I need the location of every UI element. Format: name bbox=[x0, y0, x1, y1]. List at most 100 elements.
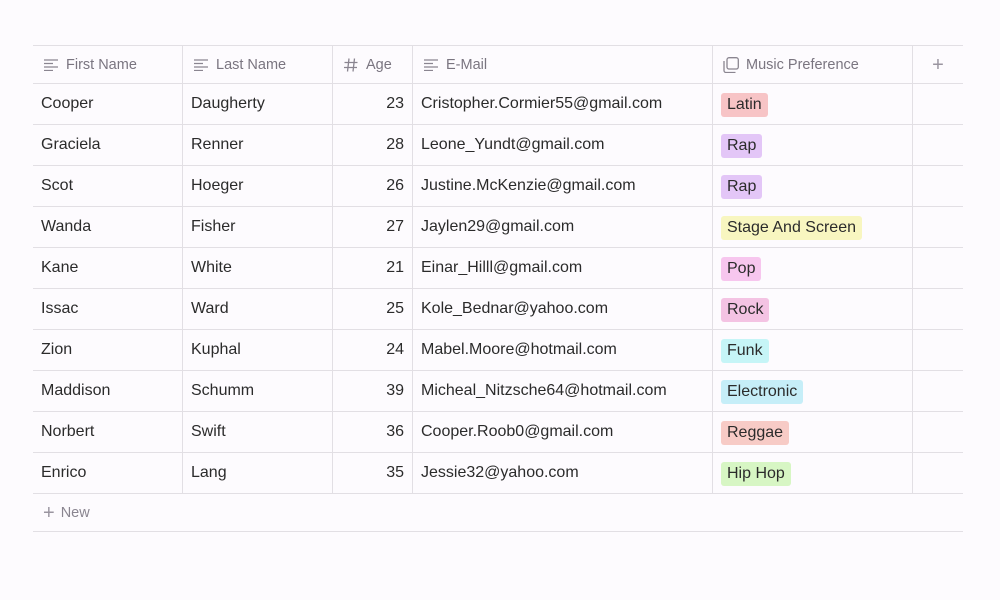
cell-age[interactable]: 35 bbox=[333, 453, 413, 493]
cell-last-name[interactable]: Schumm bbox=[183, 371, 333, 411]
column-header-email[interactable]: E-Mail bbox=[413, 46, 713, 83]
table-row[interactable]: Scot Hoeger 26 Justine.McKenzie@gmail.com Ra… bbox=[33, 166, 963, 207]
cell-last-name[interactable]: Daugherty bbox=[183, 84, 333, 124]
plus-icon: + bbox=[932, 53, 944, 76]
cell-age[interactable]: 28 bbox=[333, 125, 413, 165]
cell-age[interactable]: 26 bbox=[333, 166, 413, 206]
cell-first-name[interactable]: Wanda bbox=[33, 207, 183, 247]
cell-last-name[interactable]: Kuphal bbox=[183, 330, 333, 370]
cell-first-name[interactable]: Cooper bbox=[33, 84, 183, 124]
cell-email-text: Einar_Hilll@gmail.com bbox=[421, 259, 583, 276]
cell-empty[interactable] bbox=[913, 248, 963, 288]
cell-first-name-text: Enrico bbox=[41, 464, 87, 481]
cell-age[interactable]: 39 bbox=[333, 371, 413, 411]
cell-last-name-text: Kuphal bbox=[191, 341, 241, 358]
cell-last-name[interactable]: White bbox=[183, 248, 333, 288]
cell-last-name[interactable]: Fisher bbox=[183, 207, 333, 247]
cell-first-name[interactable]: Maddison bbox=[33, 371, 183, 411]
cell-music-preference[interactable]: Latin bbox=[713, 84, 913, 124]
cell-first-name[interactable]: Enrico bbox=[33, 453, 183, 493]
cell-email[interactable]: Jessie32@yahoo.com bbox=[413, 453, 713, 493]
cell-last-name[interactable]: Ward bbox=[183, 289, 333, 329]
cell-music-preference[interactable]: Rock bbox=[713, 289, 913, 329]
cell-last-name[interactable]: Hoeger bbox=[183, 166, 333, 206]
table-row[interactable]: Zion Kuphal 24 Mabel.Moore@hotmail.com Funk bbox=[33, 330, 963, 371]
cell-music-preference[interactable]: Rap bbox=[713, 125, 913, 165]
cell-age-text: 25 bbox=[386, 300, 404, 317]
text-lines-icon bbox=[423, 57, 439, 73]
cell-email[interactable]: Leone_Yundt@gmail.com bbox=[413, 125, 713, 165]
cell-last-name-text: Hoeger bbox=[191, 177, 244, 194]
cell-first-name[interactable]: Graciela bbox=[33, 125, 183, 165]
cell-last-name-text: Daugherty bbox=[191, 95, 265, 112]
cell-age[interactable]: 21 bbox=[333, 248, 413, 288]
cell-age-text: 39 bbox=[386, 382, 404, 399]
cell-empty[interactable] bbox=[913, 453, 963, 493]
column-header-last-name[interactable]: Last Name bbox=[183, 46, 333, 83]
table-row[interactable]: Maddison Schumm 39 Micheal_Nitzsche64@hotma… bbox=[33, 371, 963, 412]
table-row[interactable]: Graciela Renner 28 Leone_Yundt@gmail.com Rap bbox=[33, 125, 963, 166]
cell-email[interactable]: Mabel.Moore@hotmail.com bbox=[413, 330, 713, 370]
cell-email[interactable]: Cristopher.Cormier55@gmail.com bbox=[413, 84, 713, 124]
cell-empty[interactable] bbox=[913, 207, 963, 247]
cell-age[interactable]: 27 bbox=[333, 207, 413, 247]
cell-email-text: Cooper.Roob0@gmail.com bbox=[421, 423, 614, 440]
cell-email[interactable]: Cooper.Roob0@gmail.com bbox=[413, 412, 713, 452]
table-row[interactable]: Kane White 21 Einar_Hilll@gmail.com Pop bbox=[33, 248, 963, 289]
music-tag: Electronic bbox=[721, 380, 804, 404]
table-row[interactable]: Wanda Fisher 27 Jaylen29@gmail.com Stage And… bbox=[33, 207, 963, 248]
cell-music-preference[interactable]: Electronic bbox=[713, 371, 913, 411]
cell-email[interactable]: Justine.McKenzie@gmail.com bbox=[413, 166, 713, 206]
cell-first-name-text: Cooper bbox=[41, 95, 94, 112]
table-row[interactable]: Norbert Swift 36 Cooper.Roob0@gmail.com Regg… bbox=[33, 412, 963, 453]
cell-empty[interactable] bbox=[913, 289, 963, 329]
column-header-age[interactable]: Age bbox=[333, 46, 413, 83]
cell-email-text: Kole_Bednar@yahoo.com bbox=[421, 300, 609, 317]
column-header-music-preference[interactable]: Music Preference bbox=[713, 46, 913, 83]
cell-empty[interactable] bbox=[913, 412, 963, 452]
music-tag: Rock bbox=[721, 298, 770, 322]
cell-email[interactable]: Jaylen29@gmail.com bbox=[413, 207, 713, 247]
cell-email[interactable]: Micheal_Nitzsche64@hotmail.com bbox=[413, 371, 713, 411]
cell-age-text: 36 bbox=[386, 423, 404, 440]
add-row-button[interactable]: + New bbox=[33, 494, 963, 532]
cell-age[interactable]: 24 bbox=[333, 330, 413, 370]
cell-empty[interactable] bbox=[913, 330, 963, 370]
cell-music-preference[interactable]: Hip Hop bbox=[713, 453, 913, 493]
cell-empty[interactable] bbox=[913, 84, 963, 124]
cell-email-text: Cristopher.Cormier55@gmail.com bbox=[421, 95, 663, 112]
music-tag: Stage And Screen bbox=[721, 216, 862, 240]
add-column-button[interactable]: + bbox=[913, 46, 963, 83]
column-header-first-name[interactable]: First Name bbox=[33, 46, 183, 83]
cell-age[interactable]: 23 bbox=[333, 84, 413, 124]
cell-first-name[interactable]: Scot bbox=[33, 166, 183, 206]
cell-empty[interactable] bbox=[913, 166, 963, 206]
table-row[interactable]: Enrico Lang 35 Jessie32@yahoo.com Hip Hop bbox=[33, 453, 963, 494]
table-row[interactable]: Issac Ward 25 Kole_Bednar@yahoo.com Rock bbox=[33, 289, 963, 330]
cell-empty[interactable] bbox=[913, 371, 963, 411]
cell-email[interactable]: Einar_Hilll@gmail.com bbox=[413, 248, 713, 288]
cell-music-preference[interactable]: Rap bbox=[713, 166, 913, 206]
cell-music-preference[interactable]: Reggae bbox=[713, 412, 913, 452]
table-row[interactable]: Cooper Daugherty 23 Cristopher.Cormier55@gm… bbox=[33, 84, 963, 125]
cell-empty[interactable] bbox=[913, 125, 963, 165]
cell-first-name[interactable]: Norbert bbox=[33, 412, 183, 452]
cell-email[interactable]: Kole_Bednar@yahoo.com bbox=[413, 289, 713, 329]
cell-last-name[interactable]: Lang bbox=[183, 453, 333, 493]
cell-last-name[interactable]: Swift bbox=[183, 412, 333, 452]
cell-music-preference[interactable]: Pop bbox=[713, 248, 913, 288]
hash-icon bbox=[343, 57, 359, 73]
cell-first-name[interactable]: Issac bbox=[33, 289, 183, 329]
cell-music-preference[interactable]: Funk bbox=[713, 330, 913, 370]
cell-first-name[interactable]: Kane bbox=[33, 248, 183, 288]
cell-age-text: 28 bbox=[386, 136, 404, 153]
cell-age-text: 24 bbox=[386, 341, 404, 358]
cell-age[interactable]: 36 bbox=[333, 412, 413, 452]
cell-age[interactable]: 25 bbox=[333, 289, 413, 329]
music-tag: Rap bbox=[721, 134, 763, 158]
cell-first-name-text: Norbert bbox=[41, 423, 95, 440]
cell-music-preference[interactable]: Stage And Screen bbox=[713, 207, 913, 247]
cell-last-name[interactable]: Renner bbox=[183, 125, 333, 165]
cell-first-name[interactable]: Zion bbox=[33, 330, 183, 370]
music-tag: Rap bbox=[721, 175, 763, 199]
